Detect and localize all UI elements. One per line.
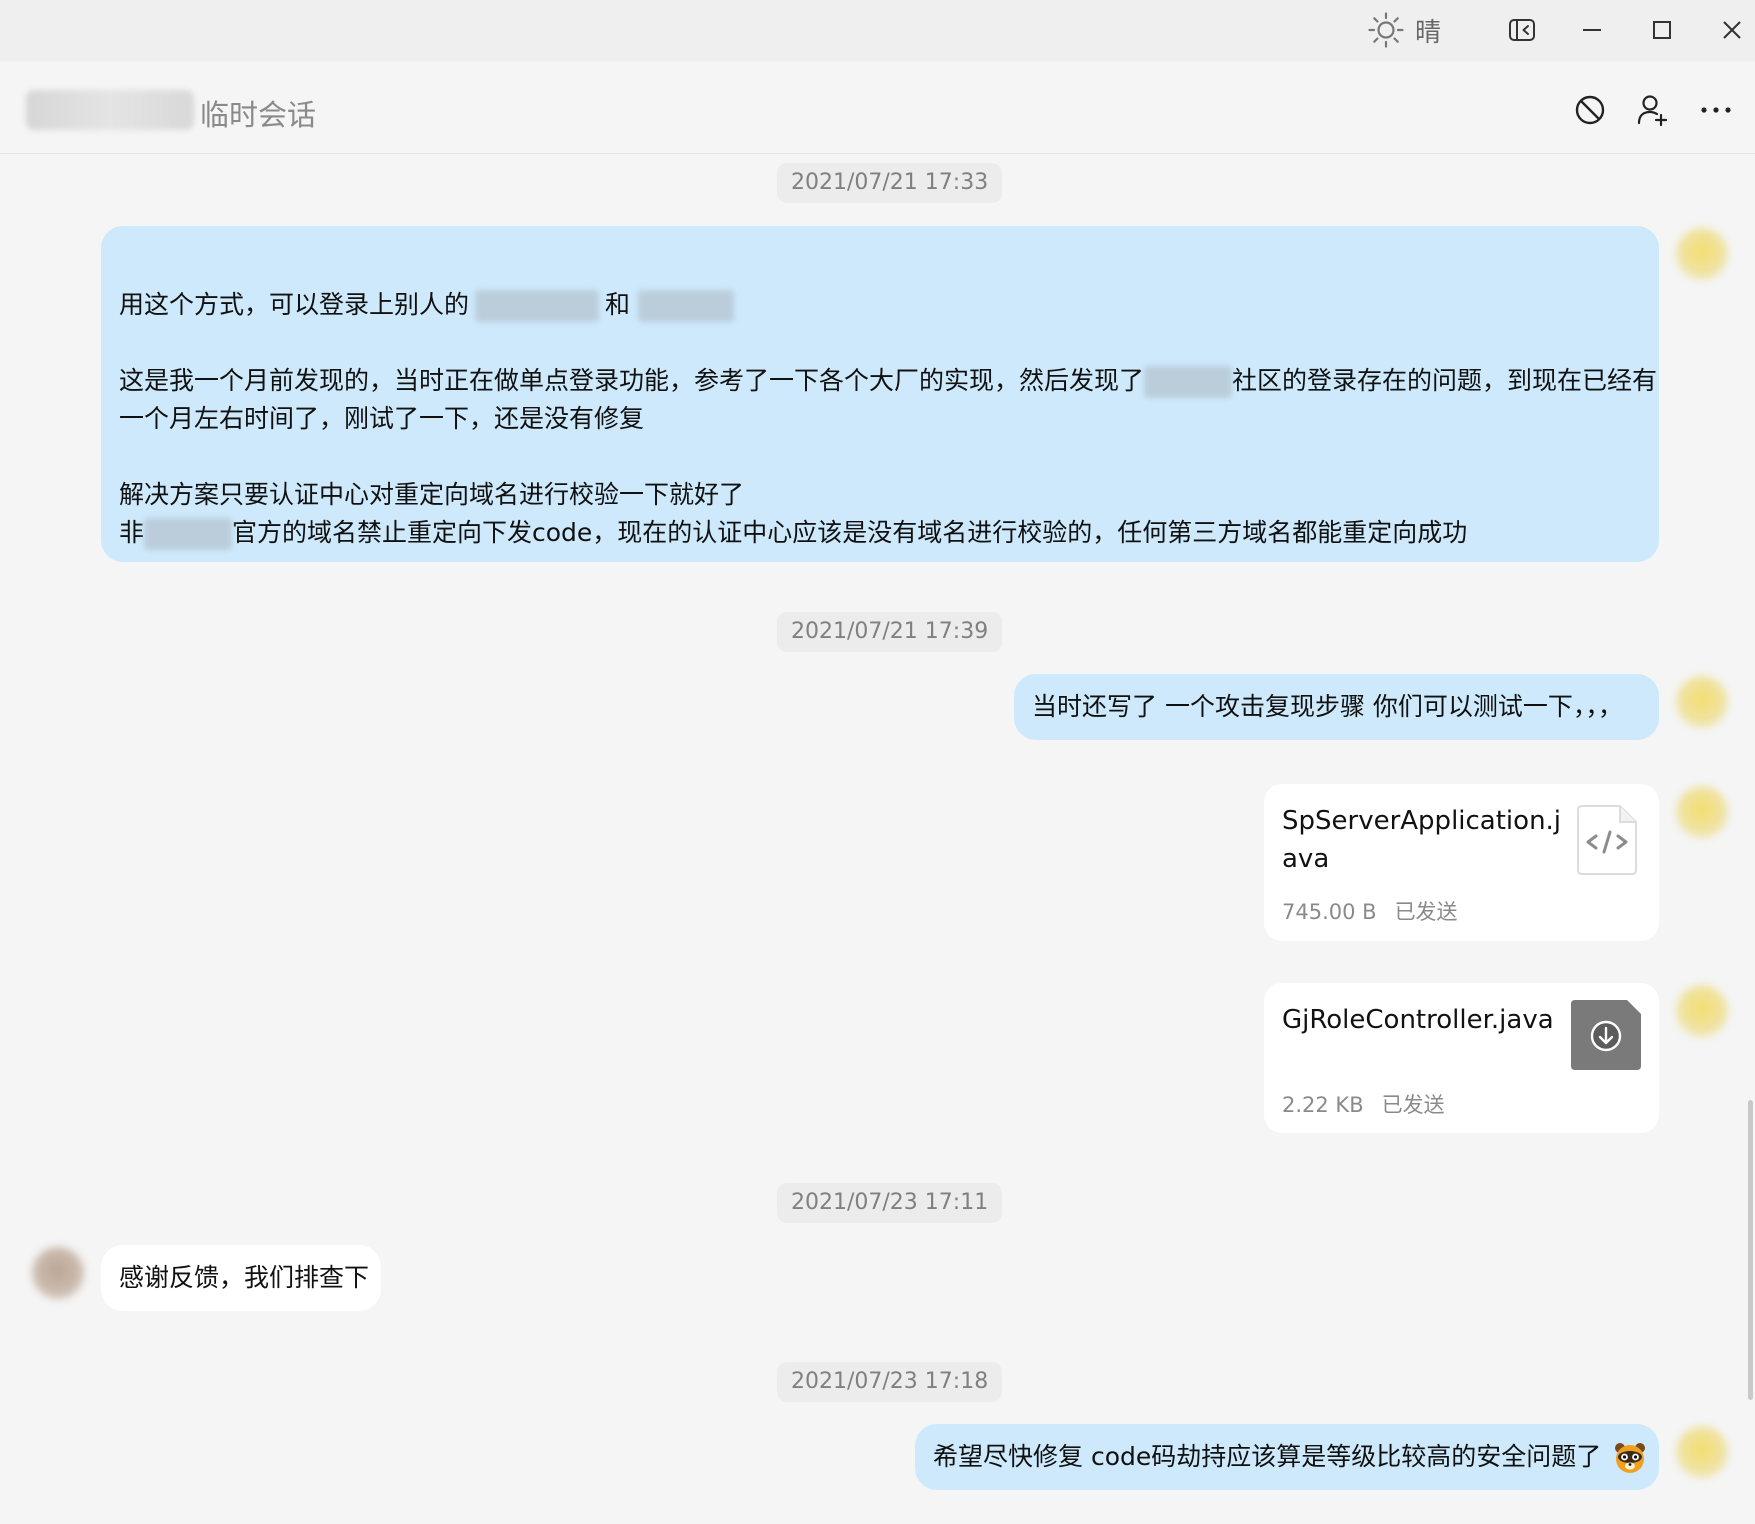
redacted-text xyxy=(1144,366,1233,398)
avatar[interactable] xyxy=(1676,985,1728,1037)
message-line: 这是我一个月前发现的，当时正在做单点登录功能，参考了一下各个大厂的实现，然后发现… xyxy=(119,362,1657,400)
avatar[interactable] xyxy=(1676,786,1728,838)
maximize-button[interactable] xyxy=(1638,8,1686,52)
add-friend-button[interactable] xyxy=(1628,86,1676,134)
avatar[interactable] xyxy=(1676,228,1728,280)
raccoon-emoji-icon xyxy=(1615,1443,1646,1473)
file-meta: 745.00 B 已发送 xyxy=(1282,896,1458,926)
sidebar-toggle-icon xyxy=(1509,19,1535,41)
title-bar: 晴 xyxy=(0,0,1755,62)
file-meta: 2.22 KB 已发送 xyxy=(1282,1089,1445,1119)
message-timestamp: 2021/07/23 17:11 xyxy=(777,1183,1003,1223)
message-line: 解决方案只要认证中心对重定向域名进行校验一下就好了 xyxy=(119,480,745,509)
file-name: SpServerApplication.java xyxy=(1282,806,1562,874)
minimize-icon xyxy=(1583,29,1601,31)
close-button[interactable] xyxy=(1708,8,1755,52)
message-bubble[interactable]: 当时还写了 一个攻击复现步骤 你们可以测试一下，，， xyxy=(1014,674,1659,740)
more-icon xyxy=(1701,107,1731,113)
message-line: 用这个方式，可以登录上别人的和 xyxy=(119,286,1641,324)
avatar[interactable] xyxy=(1676,1426,1728,1478)
weather-text: 晴 xyxy=(1415,17,1442,48)
message-bubble[interactable]: 感谢反馈，我们排查下 xyxy=(101,1245,381,1311)
minimize-button[interactable] xyxy=(1568,8,1616,52)
maximize-icon xyxy=(1653,21,1671,39)
sidebar-toggle-button[interactable] xyxy=(1498,8,1546,52)
code-file-icon xyxy=(1577,805,1637,875)
redacted-text xyxy=(144,518,233,550)
chat-window: 晴 临时会话 2021/07/21 17:33 用这个方式，可以登录上别人的 和… xyxy=(0,0,1755,1524)
weather-widget[interactable]: 晴 xyxy=(1367,8,1441,52)
scrollbar[interactable] xyxy=(1748,1100,1753,1400)
add-friend-icon xyxy=(1637,95,1668,127)
message-timestamp: 2021/07/21 17:33 xyxy=(777,163,1003,203)
file-size: 2.22 KB xyxy=(1282,1093,1364,1117)
more-button[interactable] xyxy=(1692,86,1740,134)
file-card[interactable]: SpServerApplication.java 745.00 B 已发送 xyxy=(1264,784,1659,941)
file-size: 745.00 B xyxy=(1282,900,1377,924)
file-card[interactable]: GjRoleController.java 2.22 KB 已发送 xyxy=(1264,983,1659,1133)
close-icon xyxy=(1723,21,1741,39)
contact-name[interactable] xyxy=(26,90,194,130)
block-icon xyxy=(1575,95,1605,125)
avatar[interactable] xyxy=(1676,676,1728,728)
avatar[interactable] xyxy=(32,1247,84,1299)
chat-subtitle: 临时会话 xyxy=(200,98,317,132)
message-line: 一个月左右时间了，刚试了一下，还是没有修复 xyxy=(119,404,645,433)
message-timestamp: 2021/07/23 17:18 xyxy=(777,1362,1003,1402)
block-button[interactable] xyxy=(1566,86,1614,134)
file-status: 已发送 xyxy=(1394,900,1458,924)
message-text: 当时还写了 一个攻击复现步骤 你们可以测试一下，，， xyxy=(1032,692,1623,721)
message-text: 希望尽快修复 code码劫持应该算是等级比较高的安全问题了 xyxy=(933,1424,1646,1490)
file-name: GjRoleController.java xyxy=(1282,1005,1554,1035)
sun-icon xyxy=(1368,12,1404,48)
message-bubble[interactable]: 希望尽快修复 code码劫持应该算是等级比较高的安全问题了 xyxy=(915,1424,1659,1490)
download-icon[interactable] xyxy=(1571,1000,1641,1070)
message-bubble[interactable]: 用这个方式，可以登录上别人的和 这是我一个月前发现的，当时正在做单点登录功能，参… xyxy=(101,226,1659,562)
message-timestamp: 2021/07/21 17:39 xyxy=(777,612,1003,652)
redacted-text xyxy=(638,290,735,322)
message-text: 感谢反馈，我们排查下 xyxy=(119,1263,370,1292)
message-line: 非官方的域名禁止重定向下发code，现在的认证中心应该是没有域名进行校验的，任何… xyxy=(119,514,1641,552)
file-status: 已发送 xyxy=(1381,1093,1445,1117)
redacted-text xyxy=(475,290,600,322)
message-line xyxy=(119,248,1641,286)
chat-header: 临时会话 xyxy=(0,62,1755,154)
